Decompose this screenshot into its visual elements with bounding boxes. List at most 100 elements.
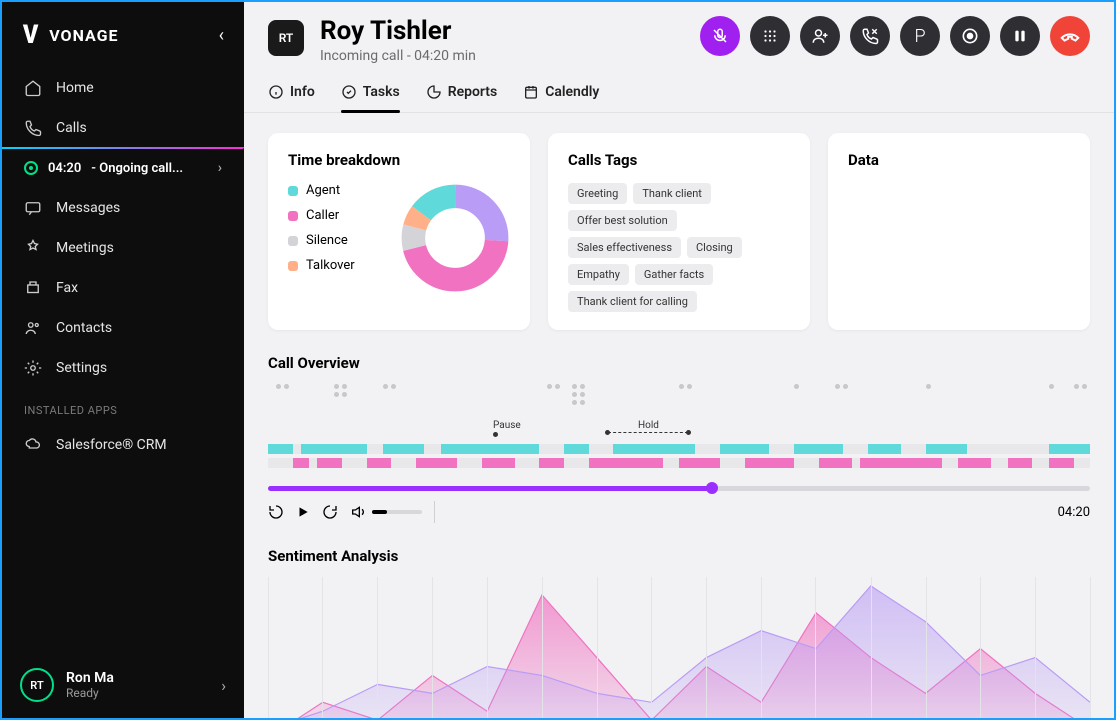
nav-contacts[interactable]: Contacts — [2, 308, 244, 348]
info-icon — [268, 84, 284, 100]
app-salesforce[interactable]: Salesforce® CRM — [2, 425, 244, 465]
salesforce-icon — [24, 436, 42, 454]
tag[interactable]: Thank client — [633, 183, 711, 204]
donut-chart — [400, 183, 510, 293]
nav-label: Calls — [56, 120, 87, 136]
nav-label: Messages — [56, 200, 120, 216]
main-panel: RT Roy Tishler Incoming call - 04:20 min… — [244, 0, 1116, 720]
legend: Agent Caller Silence Talkover — [288, 183, 355, 293]
nav-home[interactable]: Home — [2, 68, 244, 108]
nav-calls[interactable]: Calls — [2, 108, 244, 148]
tab-tasks[interactable]: Tasks — [341, 78, 400, 112]
sentiment-chart — [268, 577, 1090, 720]
overview-markers — [268, 384, 1090, 414]
rewind-button[interactable] — [268, 504, 284, 520]
tracks — [268, 444, 1090, 468]
playback-time: 04:20 — [1058, 505, 1090, 520]
tag[interactable]: Sales effectiveness — [568, 237, 681, 258]
user-name: Ron Ma — [66, 670, 114, 686]
volume-control[interactable] — [350, 504, 422, 520]
vonage-logo-icon: V — [23, 20, 38, 50]
legend-item: Silence — [288, 233, 355, 248]
tag[interactable]: Closing — [687, 237, 742, 258]
legend-item: Caller — [288, 208, 355, 223]
ongoing-call-item[interactable]: 04:20 - Ongoing call... › — [2, 148, 244, 188]
transfer-button[interactable] — [850, 16, 890, 56]
sentiment-section: Sentiment Analysis — [244, 543, 1114, 720]
nav: Home Calls 04:20 - Ongoing call... › Mes… — [2, 64, 244, 469]
phone-icon — [24, 119, 42, 137]
nav-meetings[interactable]: Meetings — [2, 228, 244, 268]
contact-subtitle: Incoming call - 04:20 min — [320, 48, 476, 64]
chevron-right-icon: › — [218, 160, 222, 176]
volume-icon — [350, 504, 366, 520]
home-icon — [24, 79, 42, 97]
call-overview-section: Call Overview Pause Hold — [244, 350, 1114, 543]
ongoing-pulse-icon — [24, 161, 38, 175]
user-footer[interactable]: RT Ron Ma Ready › — [2, 652, 244, 718]
nav-settings[interactable]: Settings — [2, 348, 244, 388]
card-title: Calls Tags — [568, 151, 790, 169]
tabs: Info Tasks Reports Calendly — [244, 64, 1114, 113]
contact-avatar: RT — [268, 20, 304, 56]
card-title: Data — [848, 151, 1070, 169]
ongoing-label: - Ongoing call... — [91, 161, 183, 176]
legend-item: Agent — [288, 183, 355, 198]
tags-card: Calls Tags Greeting Thank client Offer b… — [548, 133, 810, 330]
gear-icon — [24, 359, 42, 377]
mute-button[interactable] — [700, 16, 740, 56]
park-button[interactable]: P — [900, 16, 940, 56]
tag[interactable]: Thank client for calling — [568, 291, 697, 312]
forward-button[interactable] — [322, 504, 338, 520]
nav-label: Home — [56, 80, 94, 96]
calendar-icon — [523, 84, 539, 100]
nav-label: Fax — [56, 280, 78, 296]
playback-progress[interactable] — [268, 486, 1090, 491]
header: RT Roy Tishler Incoming call - 04:20 min… — [244, 2, 1114, 64]
tab-info[interactable]: Info — [268, 78, 315, 112]
nav-messages[interactable]: Messages — [2, 188, 244, 228]
hold-button[interactable] — [1000, 16, 1040, 56]
overview-labels: Pause Hold — [268, 420, 1090, 440]
record-button[interactable] — [950, 16, 990, 56]
sidebar: V VONAGE ‹ Home Calls 04:20 - Ongoing ca… — [0, 0, 244, 720]
contact-name: Roy Tishler — [320, 16, 476, 46]
tab-calendly[interactable]: Calendly — [523, 78, 599, 112]
chevron-right-icon: › — [221, 676, 226, 695]
hangup-button[interactable] — [1050, 16, 1090, 56]
meetings-icon — [24, 239, 42, 257]
nav-fax[interactable]: Fax — [2, 268, 244, 308]
pause-label: Pause — [493, 420, 521, 431]
brand-name: VONAGE — [49, 26, 118, 45]
section-title: Call Overview — [268, 354, 1090, 372]
tag[interactable]: Greeting — [568, 183, 627, 204]
section-title: Sentiment Analysis — [268, 547, 1090, 565]
reports-icon — [426, 84, 442, 100]
fax-icon — [24, 279, 42, 297]
tag[interactable]: Empathy — [568, 264, 629, 285]
tags-list: Greeting Thank client Offer best solutio… — [568, 183, 790, 312]
tag[interactable]: Gather facts — [635, 264, 713, 285]
dialpad-button[interactable] — [750, 16, 790, 56]
play-button[interactable] — [296, 505, 310, 519]
contacts-icon — [24, 319, 42, 337]
nav-label: Settings — [56, 360, 107, 376]
hold-label: Hold — [638, 420, 659, 431]
playback-controls: 04:20 — [268, 501, 1090, 523]
cards-row: Time breakdown Agent Caller Silence Talk… — [244, 113, 1114, 350]
tab-reports[interactable]: Reports — [426, 78, 498, 112]
progress-thumb[interactable] — [706, 482, 718, 494]
call-actions: P — [700, 16, 1090, 56]
nav-label: Contacts — [56, 320, 112, 336]
card-title: Time breakdown — [288, 151, 510, 169]
user-status: Ready — [66, 686, 114, 700]
brand-bar: V VONAGE ‹ — [2, 2, 244, 64]
message-icon — [24, 199, 42, 217]
legend-item: Talkover — [288, 258, 355, 273]
time-breakdown-card: Time breakdown Agent Caller Silence Talk… — [268, 133, 530, 330]
agent-track — [268, 444, 1090, 454]
sidebar-collapse-icon[interactable]: ‹ — [219, 25, 224, 46]
tag[interactable]: Offer best solution — [568, 210, 677, 231]
add-user-button[interactable] — [800, 16, 840, 56]
installed-apps-label: INSTALLED APPS — [2, 388, 244, 425]
